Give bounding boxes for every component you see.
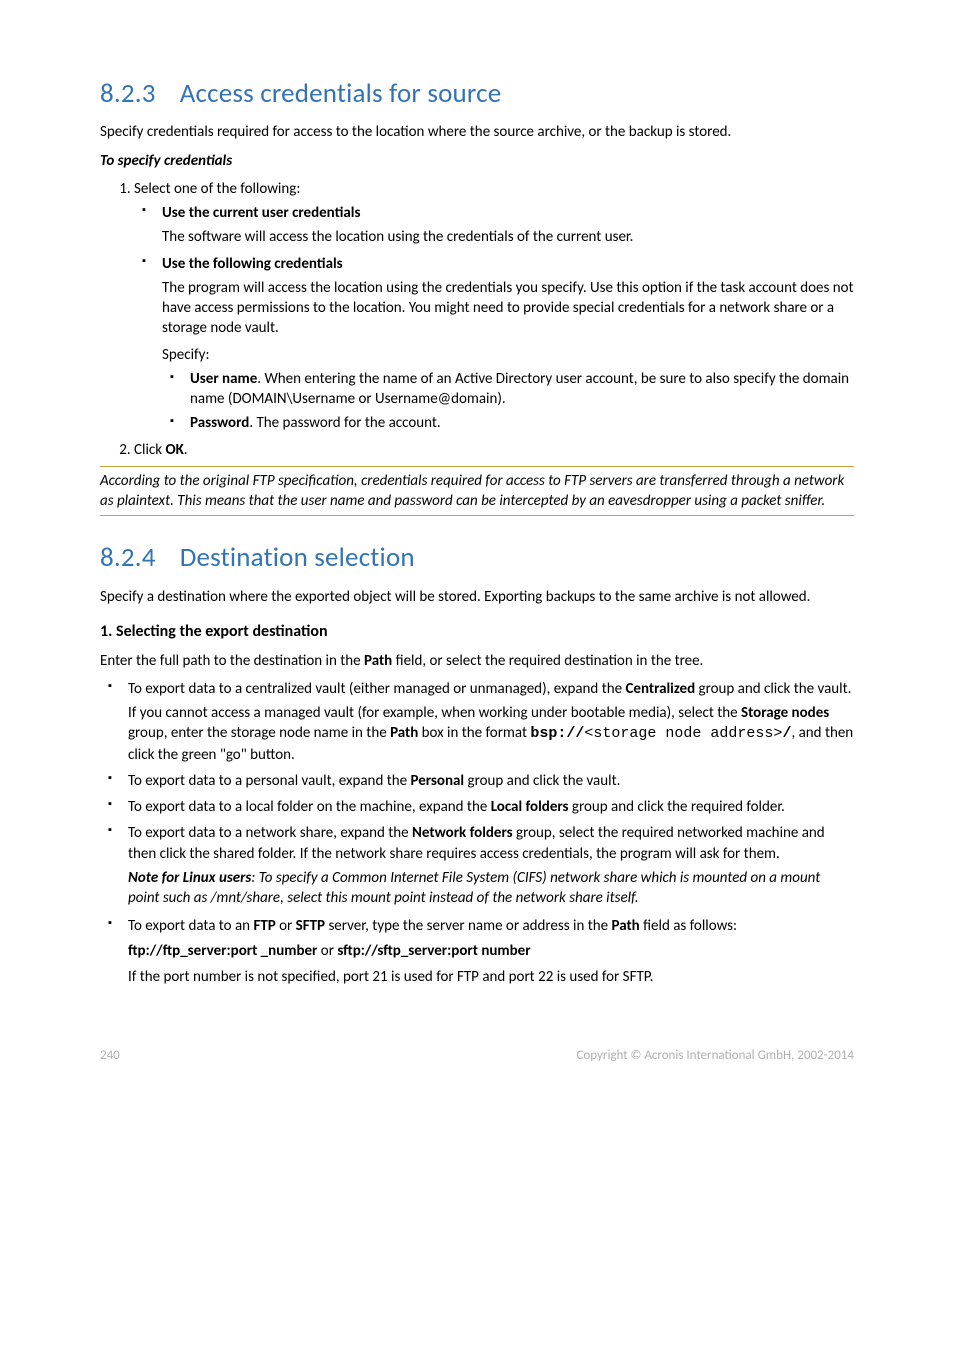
step-1: Select one of the following: Use the cur… — [134, 179, 854, 434]
text: or — [276, 917, 296, 935]
port-note: If the port number is not specified, por… — [128, 967, 854, 987]
text: group and click the vault. — [464, 772, 620, 790]
sftp-label: SFTP — [296, 917, 325, 935]
text: group and click the required folder. — [569, 798, 785, 816]
text: Enter the full path to the destination i… — [100, 652, 364, 670]
option-local-folder: To export data to a local folder on the … — [126, 797, 854, 817]
option-centralized-vault: To export data to a centralized vault (e… — [126, 679, 854, 765]
step-2: Click OK. — [134, 440, 854, 460]
option-body: The program will access the location usi… — [162, 278, 854, 339]
section-title: Destination selection — [180, 541, 415, 574]
specify-label: Specify: — [162, 345, 854, 365]
text: box in the format — [418, 724, 530, 742]
linux-note-label: Note for Linux users — [128, 869, 251, 887]
path-label: Path — [390, 724, 418, 742]
bsp-prefix: bsp:// — [530, 725, 584, 742]
centralized-label: Centralized — [625, 680, 695, 698]
field-username: User name. When entering the name of an … — [188, 369, 854, 410]
bsp-placeholder: <storage node address> — [584, 725, 782, 742]
section-number: 8.2.4 — [100, 541, 156, 574]
field-password: Password. The password for the account. — [188, 413, 854, 433]
ftp-format-1: ftp://ftp_server:port _number — [128, 942, 317, 960]
copyright-text: Copyright © Acronis International GmbH, … — [576, 1047, 854, 1065]
option-body: The software will access the location us… — [162, 227, 854, 247]
option-following-credentials: Use the following credentials The progra… — [160, 254, 854, 434]
personal-label: Personal — [410, 772, 464, 790]
text: To export data to a local folder on the … — [128, 798, 491, 816]
text: field as follows: — [640, 917, 737, 935]
ftp-security-note: According to the original FTP specificat… — [100, 466, 854, 517]
centralized-details: If you cannot access a managed vault (fo… — [128, 703, 854, 765]
credential-fields: User name. When entering the name of an … — [162, 369, 854, 434]
storage-nodes-label: Storage nodes — [741, 704, 829, 722]
step-1-text: Select one of the following: — [134, 180, 300, 198]
ftp-format-2: sftp://sftp_server:port number — [337, 942, 530, 960]
text: If you cannot access a managed vault (fo… — [128, 704, 741, 722]
text: server, type the server name or address … — [325, 917, 611, 935]
path-label: Path — [364, 652, 392, 670]
intro-823: Specify credentials required for access … — [100, 122, 854, 142]
ok-label: OK — [165, 441, 183, 459]
text: group and click the vault. — [695, 680, 851, 698]
page-footer: 240 Copyright © Acronis International Gm… — [100, 1047, 854, 1065]
option-current-user: Use the current user credentials The sof… — [160, 203, 854, 248]
section-heading-824: 8.2.4 Destination selection — [100, 540, 854, 576]
destination-options: To export data to a centralized vault (e… — [100, 679, 854, 987]
options-list: Use the current user credentials The sof… — [134, 203, 854, 434]
linux-note: Note for Linux users: To specify a Commo… — [128, 868, 854, 909]
option-ftp-sftp: To export data to an FTP or SFTP server,… — [126, 916, 854, 987]
section-number: 8.2.3 — [100, 77, 156, 110]
field-desc: . The password for the account. — [249, 414, 440, 432]
field-label: User name — [190, 370, 257, 388]
or-text: or — [317, 942, 337, 960]
intro-824: Specify a destination where the exported… — [100, 587, 854, 607]
ftp-format: ftp://ftp_server:port _number or sftp://… — [128, 941, 854, 961]
text: To export data to a personal vault, expa… — [128, 772, 410, 790]
text: To export data to an — [128, 917, 253, 935]
steps-list: Select one of the following: Use the cur… — [100, 179, 854, 460]
option-network-share: To export data to a network share, expan… — [126, 823, 854, 908]
text: group, enter the storage node name in th… — [128, 724, 390, 742]
text: To export data to a network share, expan… — [128, 824, 412, 842]
section-heading-823: 8.2.3 Access credentials for source — [100, 76, 854, 112]
text: To export data to a centralized vault (e… — [128, 680, 625, 698]
network-folders-label: Network folders — [412, 824, 513, 842]
to-specify-credentials: To specify credentials — [100, 151, 854, 171]
option-title: Use the current user credentials — [162, 204, 360, 222]
ftp-label: FTP — [253, 917, 275, 935]
section-title: Access credentials for source — [180, 77, 502, 110]
field-desc: . When entering the name of an Active Di… — [190, 370, 849, 408]
local-folders-label: Local folders — [491, 798, 569, 816]
text: field, or select the required destinatio… — [392, 652, 703, 670]
option-title: Use the following credentials — [162, 255, 343, 273]
path-label: Path — [612, 917, 640, 935]
option-personal-vault: To export data to a personal vault, expa… — [126, 771, 854, 791]
path-instruction: Enter the full path to the destination i… — [100, 651, 854, 671]
subheading-export-destination: 1. Selecting the export destination — [100, 621, 854, 643]
step-2-pre: Click — [134, 441, 165, 459]
page-number: 240 — [100, 1047, 120, 1065]
field-label: Password — [190, 414, 249, 432]
step-2-post: . — [184, 441, 188, 459]
